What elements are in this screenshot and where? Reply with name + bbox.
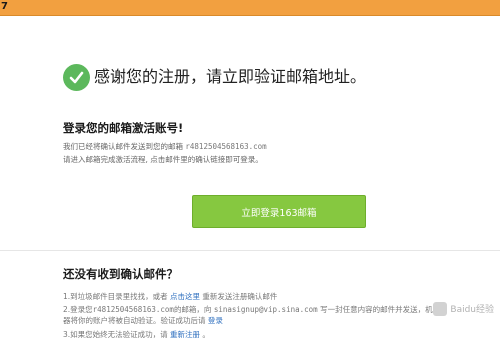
page-title: 感谢您的注册，请立即验证邮箱地址。 xyxy=(94,67,367,86)
logo-fragment: 7 xyxy=(1,1,8,12)
help-item-2-address: sinasignup@vip.sina.com xyxy=(213,305,318,314)
activate-heading: 登录您的邮箱激活账号! xyxy=(63,121,184,135)
help-item-1: 1.到垃圾邮件目录里找找，或者 点击这里 重新发送注册确认邮件 xyxy=(63,292,277,302)
divider xyxy=(0,250,500,251)
hero: 感谢您的注册，请立即验证邮箱地址。 xyxy=(63,62,366,92)
help-item-1-suffix: 重新发送注册确认邮件 xyxy=(200,292,278,301)
login-163-button[interactable]: 立即登录163邮箱 xyxy=(192,195,366,228)
watermark-logo-icon xyxy=(433,302,448,316)
activation-instructions: 请进入邮箱完成激活流程, 点击邮件里的确认链接即可登录。 xyxy=(63,155,263,164)
top-bar: 7 xyxy=(0,0,500,16)
help-item-2b-prefix: 器将你的账户将被自动验证。验证成功后请 xyxy=(63,316,208,325)
help-item-2: 2.登录您r4812504568163.com的邮箱，向 sinasignup@… xyxy=(63,305,433,315)
help-item-3-prefix: 3.如果您始终无法验证成功，请 xyxy=(63,330,171,339)
help-item-3: 3.如果您始终无法验证成功，请 重新注册 。 xyxy=(63,330,210,340)
check-circle-icon xyxy=(63,63,90,91)
resend-link[interactable]: 点击这里 xyxy=(170,292,200,301)
help-item-3-suffix: 。 xyxy=(200,330,210,339)
help-item-2-suffix: 写一封任意内容的邮件并发送，机 xyxy=(317,305,433,314)
sent-email-line: 我们已经将确认邮件发送到您的邮箱 r4812504568163.com xyxy=(63,142,267,152)
help-item-1-prefix: 1.到垃圾邮件目录里找找，或者 xyxy=(63,292,171,301)
help-item-2-mid: 的邮箱，向 xyxy=(173,305,214,314)
help-item-2-prefix: 2.登录您 xyxy=(63,305,93,314)
sent-email-address: r4812504568163.com xyxy=(185,142,267,151)
help-item-2-email: r4812504568163.com xyxy=(92,305,174,314)
reregister-link[interactable]: 重新注册 xyxy=(170,330,200,339)
help-item-2-continued: 器将你的账户将被自动验证。验证成功后请 登录 xyxy=(63,316,223,326)
help-heading: 还没有收到确认邮件？ xyxy=(63,267,178,281)
watermark-text: Baidu经验 xyxy=(450,304,494,315)
watermark: Baidu经验 xyxy=(433,302,494,316)
sent-email-prefix: 我们已经将确认邮件发送到您的邮箱 xyxy=(63,142,186,151)
login-link[interactable]: 登录 xyxy=(208,316,223,325)
